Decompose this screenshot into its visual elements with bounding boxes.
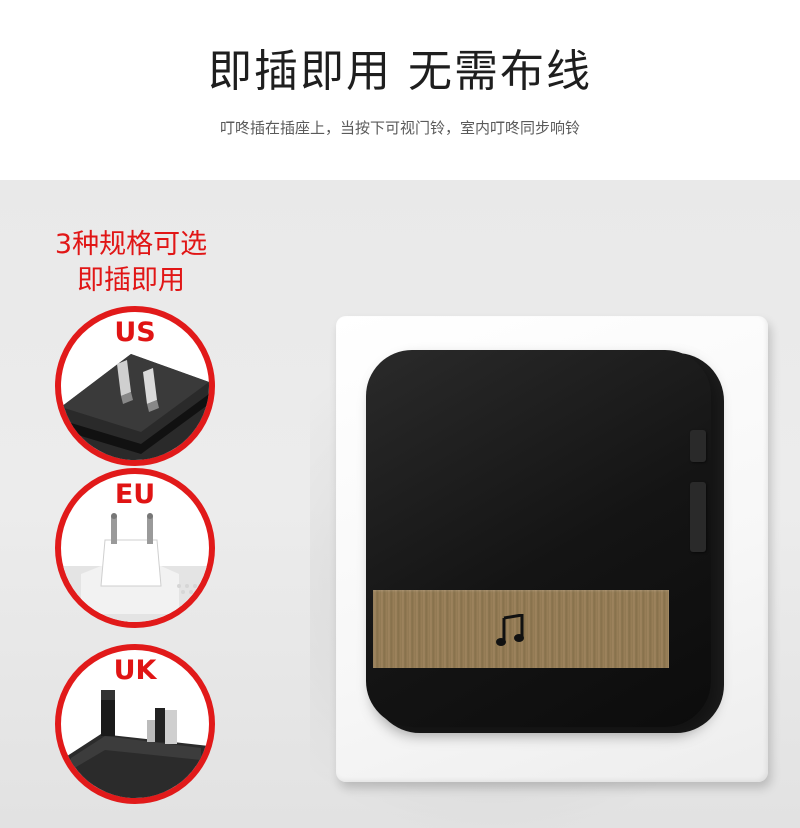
us-plug-label: US bbox=[114, 317, 156, 348]
product-scene: 3种规格可选 即插即用 US EU UK bbox=[0, 180, 800, 828]
headline: 即插即用 无需布线 bbox=[208, 46, 592, 97]
music-note-icon bbox=[496, 614, 524, 646]
chime-device bbox=[366, 350, 711, 727]
us-plug-badge: US bbox=[55, 306, 215, 466]
header: 即插即用 无需布线 叮咚插在插座上，当按下可视门铃，室内叮咚同步响铃 bbox=[0, 0, 800, 180]
ringtone-button bbox=[690, 482, 706, 552]
volume-button bbox=[690, 430, 706, 462]
caption-line-2: 即插即用 bbox=[77, 265, 185, 296]
eu-plug-label: EU bbox=[114, 479, 156, 510]
subline: 叮咚插在插座上，当按下可视门铃，室内叮咚同步响铃 bbox=[219, 119, 580, 137]
eu-plug-badge: EU bbox=[55, 468, 215, 628]
uk-plug-label: UK bbox=[113, 655, 157, 686]
caption-line-1: 3种规格可选 bbox=[54, 229, 208, 260]
uk-plug-badge: UK bbox=[55, 644, 215, 804]
